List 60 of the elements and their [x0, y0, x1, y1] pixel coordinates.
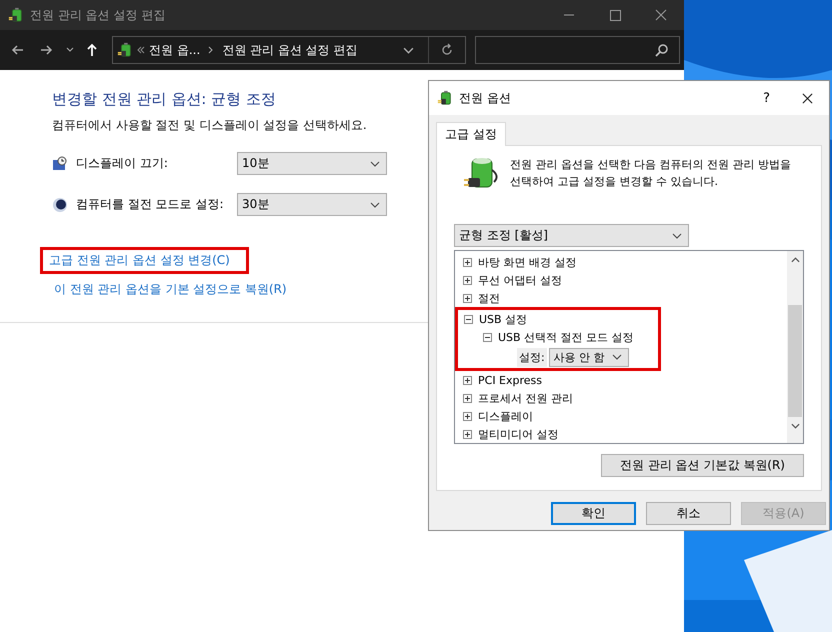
chevron-icon — [672, 232, 682, 238]
tree-item[interactable]: 디스플레이 — [478, 408, 533, 424]
chevron-icon[interactable] — [66, 47, 74, 53]
double-chevron-icon — [137, 46, 145, 54]
dropdown[interactable]: 10분 — [237, 152, 387, 175]
battery-plug-icon — [437, 90, 453, 106]
tab[interactable]: 고급 설정 — [436, 122, 506, 146]
breadcrumb[interactable]: 전원 옵... — [149, 42, 200, 58]
monitor-clock-icon — [52, 156, 68, 172]
chevron-icon — [370, 160, 380, 166]
link[interactable]: 이 전원 관리 옵션을 기본 설정으로 복원(R) — [54, 282, 287, 296]
chevron-icon — [370, 202, 380, 208]
tree-item[interactable]: USB 선택적 절전 모드 설정 — [498, 330, 634, 344]
help-button[interactable]: ? — [763, 90, 770, 106]
close-icon[interactable] — [802, 92, 813, 104]
scroll-down-icon[interactable] — [790, 423, 800, 429]
expand-icon[interactable] — [463, 376, 472, 384]
power-options-icon — [8, 7, 24, 23]
setting-label: 컴퓨터를 절전 모드로 설정: — [76, 196, 224, 213]
expand-icon[interactable] — [463, 430, 472, 438]
setting-label: 디스플레이 끄기: — [76, 155, 169, 172]
tree-item[interactable]: 프로세서 전원 관리 — [478, 390, 573, 406]
expand-icon[interactable] — [463, 412, 472, 420]
dialog-title: 전원 옵션 — [459, 90, 511, 106]
window-title: 전원 관리 옵션 설정 편집 — [30, 6, 166, 24]
expand-icon[interactable] — [463, 294, 472, 302]
expand-icon[interactable] — [463, 276, 472, 284]
tree-item[interactable]: 바탕 화면 배경 설정 — [478, 254, 576, 270]
scrollbar[interactable] — [787, 251, 803, 443]
chevron-right-icon — [208, 46, 214, 54]
setting-dropdown[interactable]: 사용 안 함 — [548, 348, 629, 366]
collapse-icon[interactable] — [483, 332, 492, 342]
chevron-icon[interactable] — [403, 46, 414, 54]
tree-item[interactable]: 절전 — [478, 290, 500, 306]
page-heading: 변경할 전원 관리 옵션: 균형 조정 — [52, 90, 277, 109]
moon-icon — [52, 196, 68, 212]
tree-item[interactable]: 멀티미디어 설정 — [478, 426, 558, 442]
setting-label: 설정: — [517, 348, 547, 366]
address-bar[interactable]: 전원 옵... 전원 관리 옵션 설정 편집 — [112, 36, 466, 64]
intro-text: 전원 관리 옵션을 선택한 다음 컴퓨터의 전원 관리 방법을 선택하여 고급 설정을 변경할 수 있습니다. — [510, 157, 792, 190]
dialog-button[interactable]: 확인 — [551, 502, 636, 525]
expand-icon[interactable] — [463, 394, 472, 402]
power-options-icon — [117, 42, 133, 58]
link[interactable]: 고급 전원 관리 옵션 설정 변경(C) — [49, 253, 230, 267]
breadcrumb[interactable]: 전원 관리 옵션 설정 편집 — [222, 42, 358, 58]
tree-item[interactable]: USB 설정 — [479, 312, 528, 326]
collapse-icon[interactable] — [464, 314, 473, 324]
refresh-icon[interactable] — [440, 43, 454, 57]
search-icon — [655, 43, 669, 57]
search-field[interactable] — [475, 36, 680, 64]
tree-item[interactable]: 무선 어댑터 설정 — [478, 272, 562, 288]
dialog-button[interactable]: 취소 — [646, 502, 731, 525]
expand-icon[interactable] — [463, 258, 472, 266]
plan-dropdown[interactable]: 균형 조정 [활성] — [454, 224, 689, 247]
tree-item[interactable]: PCI Express — [478, 374, 542, 386]
page-description: 컴퓨터에서 사용할 절전 및 디스플레이 설정을 선택하세요. — [52, 117, 368, 134]
restore-defaults-button[interactable]: 전원 관리 옵션 기본값 복원(R) — [601, 454, 804, 477]
dropdown[interactable]: 30분 — [237, 193, 387, 216]
chevron-icon — [612, 354, 622, 360]
scroll-up-icon[interactable] — [790, 257, 800, 263]
